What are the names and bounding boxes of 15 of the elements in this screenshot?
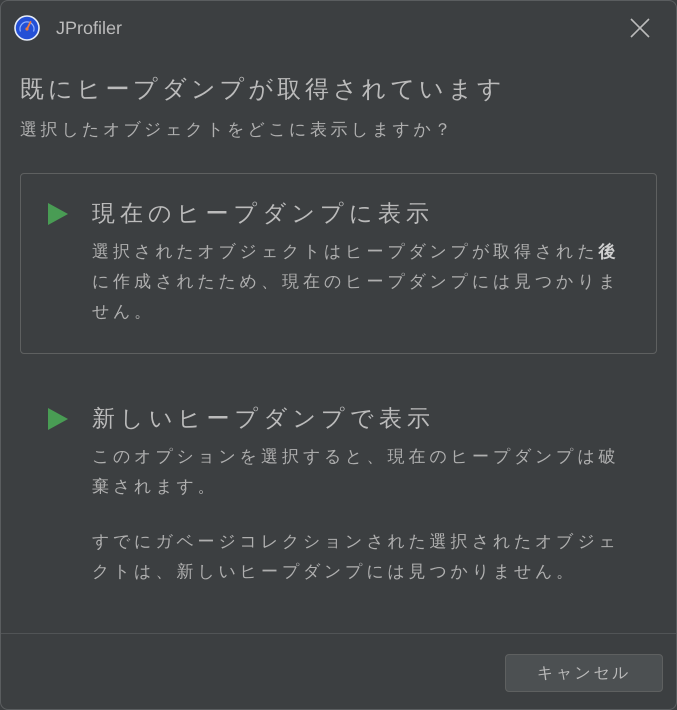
gauge-icon [14,15,40,41]
cancel-button[interactable]: キャンセル [505,654,663,692]
dialog-heading: 既にヒープダンプが取得されています [20,74,507,105]
option-description: すでにガベージコレクションされた選択されたオブジェクトは、新しいヒープダンプには見つかりません。 [92,531,620,584]
play-icon [48,203,68,225]
option-title: 現在のヒープダンプに表示 [92,200,435,229]
play-icon [48,408,68,430]
option-description: 選択されたオブジェクトはヒープダンプが取得された後に作成されたため、現在のヒープダンプには見つかりません。 [92,241,621,324]
window-title: JProfiler [56,18,124,38]
close-icon[interactable] [630,18,650,38]
option-card[interactable]: 新しいヒープダンプで表示 このオプションを選択すると、現在のヒープダンプは破棄されます。 すでにガベージコレクションされた選択されたオブジェクトは、新しいヒープダンプには見つかりません。 [20,378,657,614]
option-description: このオプションを選択すると、現在のヒープダンプは破棄されます。 [92,446,620,499]
option-title: 新しいヒープダンプで表示 [92,405,436,434]
dialog-subtitle: 選択したオブジェクトをどこに表示しますか？ [20,119,456,142]
option-card[interactable]: 現在のヒープダンプに表示 選択されたオブジェクトはヒープダンプが取得された後に作成されたため、現在のヒープダンプには見つかりません。 [20,173,657,354]
